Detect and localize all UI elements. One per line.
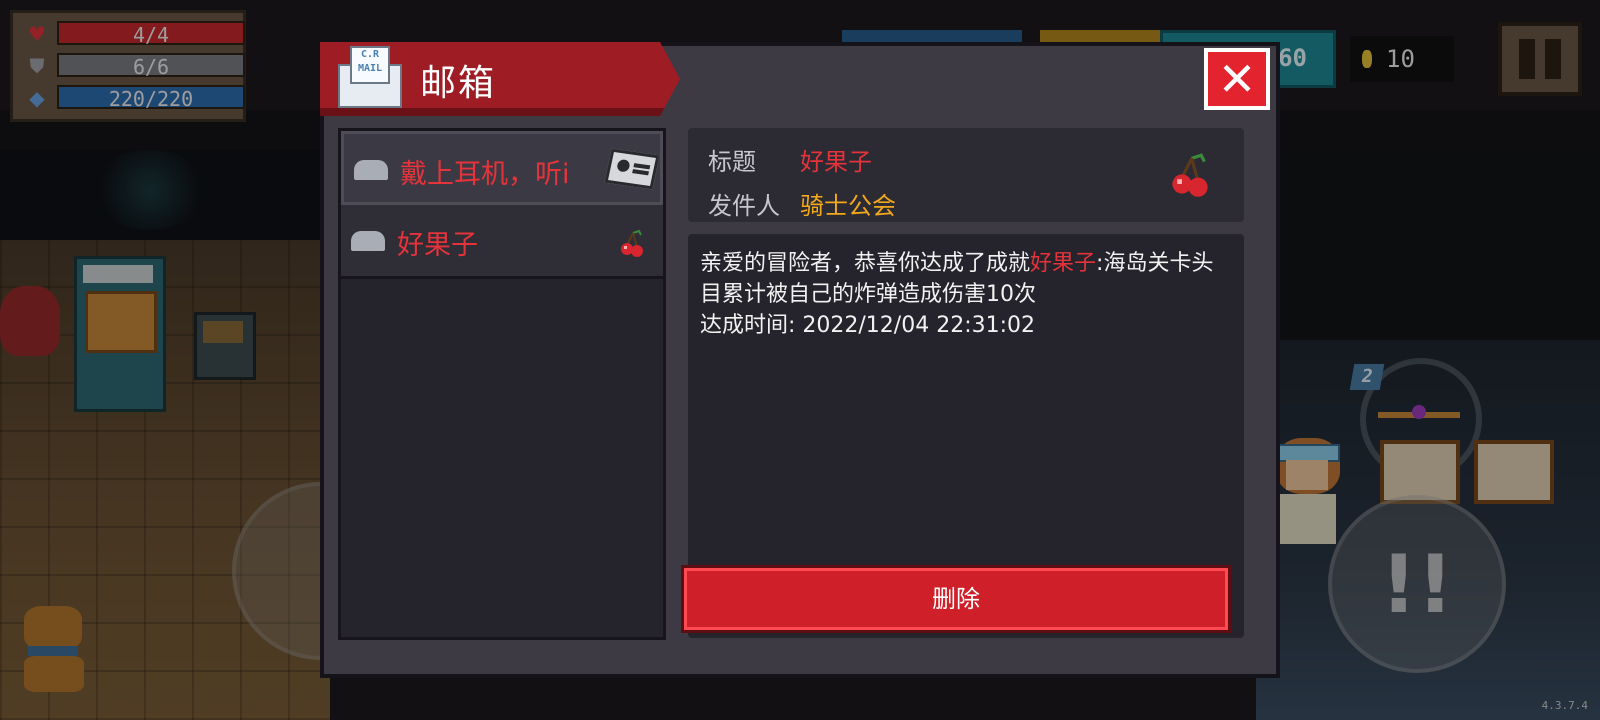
mail-list-item[interactable]: 戴上耳机，听i (341, 131, 663, 205)
sender-value: 骑士公会 (800, 192, 896, 220)
radio-icon (604, 148, 660, 190)
close-icon: ✕ (1217, 52, 1257, 106)
close-button[interactable]: ✕ (1204, 48, 1270, 110)
cherry-icon (1172, 153, 1208, 197)
envelope-icon (354, 160, 388, 180)
message-text: 亲爱的冒险者，恭喜你达成了成就 (700, 251, 1031, 276)
dialog-title: 邮箱 (420, 63, 497, 104)
mail-item-title: 好果子 (397, 230, 478, 261)
mailbox-dialog: C.R MAIL 邮箱 ✕ 戴上耳机，听i 好果子 标题 好果子 发件人 骑士公… (320, 42, 1280, 678)
mail-message: 亲爱的冒险者，恭喜你达成了成就好果子:海岛关卡头目累计被自己的炸弹造成伤害10次… (700, 248, 1230, 341)
mail-item-title: 戴上耳机，听i (400, 159, 570, 190)
envelope-icon (351, 231, 385, 251)
mail-list-item[interactable]: 好果子 (341, 205, 663, 279)
message-achievement: 好果子 (1030, 251, 1097, 276)
message-time: 达成时间: 2022/12/04 22:31:02 (700, 313, 1036, 338)
mail-icon: C.R MAIL (338, 46, 402, 108)
mail-list[interactable]: 戴上耳机，听i 好果子 (338, 128, 666, 640)
mail-letter: C.R MAIL (350, 46, 390, 84)
sender-label: 发件人 (708, 192, 780, 220)
subject-value: 好果子 (800, 148, 872, 176)
subject-label: 标题 (708, 148, 756, 176)
title-banner: C.R MAIL 邮箱 (320, 42, 680, 116)
mail-detail-header: 标题 好果子 发件人 骑士公会 (688, 128, 1244, 222)
cherry-icon (621, 229, 643, 257)
delete-button[interactable]: 删除 (681, 565, 1231, 633)
